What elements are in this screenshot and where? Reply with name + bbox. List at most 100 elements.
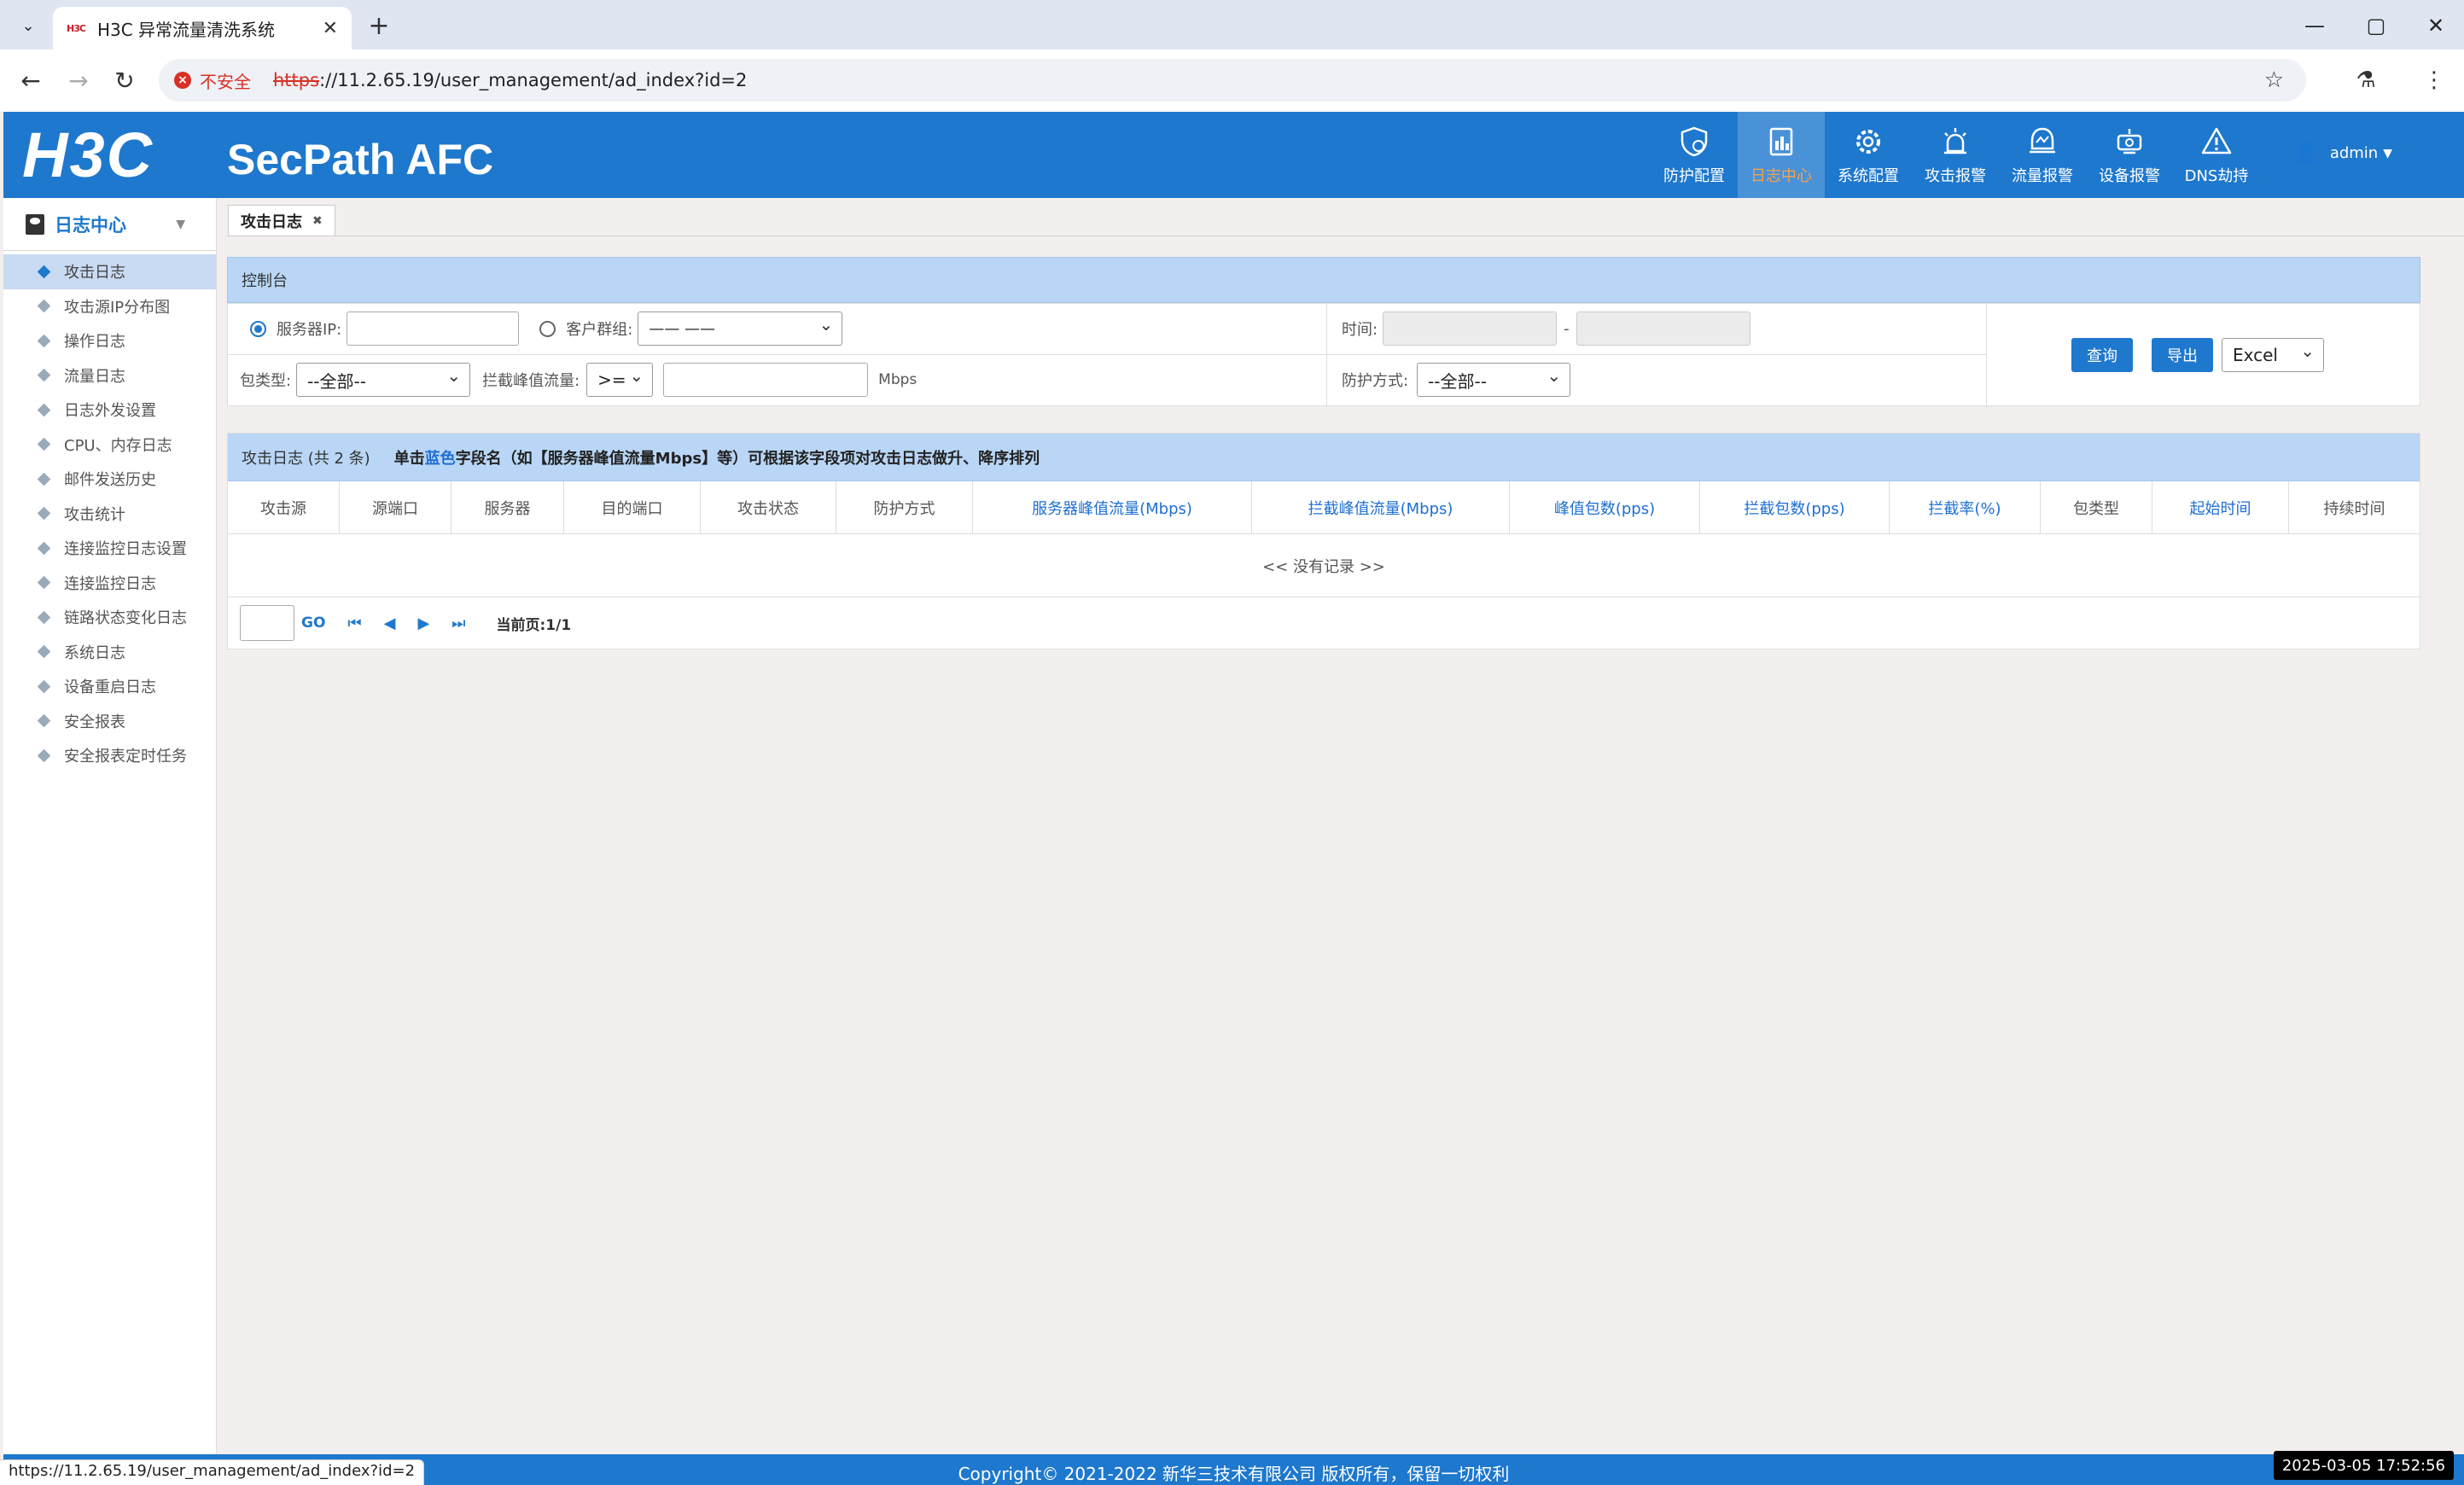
maximize-button[interactable]: ▢ [2350,7,2402,44]
next-page-icon[interactable]: ▶ [417,614,429,632]
nav-attack-alarm[interactable]: 攻击报警 [1912,112,1999,198]
document-icon [26,213,44,235]
sidebar-item-conn-monitor-settings[interactable]: 连接监控日志设置 [3,531,216,566]
forward-button[interactable]: → [60,61,97,99]
sidebar-item-log-export-settings[interactable]: 日志外发设置 [3,393,216,428]
log-icon [1764,125,1798,159]
nav-log-center[interactable]: 日志中心 [1738,112,1825,198]
pagination: GO ⏮ ◀ ▶ ⏭ 当前页:1/1 [228,597,2420,649]
labs-button[interactable]: ⚗ [2347,61,2385,99]
flask-icon: ⚗ [2356,67,2376,93]
nav-system-config[interactable]: 系统配置 [1825,112,1912,198]
nav-traffic-alarm[interactable]: 流量报警 [1999,112,2086,198]
sidebar-header[interactable]: 日志中心 ▼ [3,198,216,251]
sidebar-item-operation-log[interactable]: 操作日志 [3,323,216,358]
end-time-input[interactable] [1576,312,1750,346]
close-icon[interactable]: ✕ [323,18,338,39]
sidebar-item-reboot-log[interactable]: 设备重启日志 [3,669,216,704]
go-button[interactable]: GO [301,614,325,632]
minimize-button[interactable]: — [2289,7,2340,44]
diamond-icon [37,713,51,728]
sidebar-item-traffic-log[interactable]: 流量日志 [3,358,216,393]
sidebar-item-link-state-log[interactable]: 链路状态变化日志 [3,600,216,635]
close-icon[interactable]: ✖ [312,214,323,228]
browser-tab-title: H3C 异常流量清洗系统 [96,19,276,40]
sidebar-item-conn-monitor-log[interactable]: 连接监控日志 [3,566,216,601]
col-start-time[interactable]: 起始时间 [2152,481,2289,534]
export-format-select[interactable]: Excel [2222,338,2324,372]
col-block-rate[interactable]: 拦截率(%) [1890,481,2041,534]
insecure-label[interactable]: 不安全 [200,68,251,93]
sidebar-item-cpu-memory-log[interactable]: CPU、内存日志 [3,428,216,463]
server-ip-radio[interactable] [250,320,266,337]
chevron-down-icon: ⌄ [21,16,35,35]
product-name: SecPath AFC [227,136,494,183]
column-divider [1986,304,1987,407]
diamond-icon [37,334,51,348]
query-button[interactable]: 查询 [2071,338,2133,372]
column-divider [1326,304,1327,407]
diamond-icon [37,748,51,763]
col-attack-status: 攻击状态 [701,481,836,534]
close-window-button[interactable]: ✕ [2410,7,2461,44]
sidebar-title: 日志中心 [55,214,126,236]
packet-type-label: 包类型: [240,372,292,390]
sidebar-item-report-schedule[interactable]: 安全报表定时任务 [3,738,216,773]
client-group-select[interactable]: —— —— [638,312,843,346]
alarm-icon [1938,125,1972,159]
last-page-icon[interactable]: ⏭ [451,614,465,632]
table-header: 攻击源 源端口 服务器 目的端口 攻击状态 防护方式 服务器峰值流量(Mbps)… [228,481,2420,534]
tab-search-button[interactable]: ⌄ [10,10,46,41]
col-source-port: 源端口 [340,481,451,534]
browser-toolbar: ← → ↻ × 不安全 https://11.2.65.19/user_mana… [0,50,2464,112]
back-button[interactable]: ← [12,61,50,99]
system-clock: 2025-03-05 17:52:56 [2273,1451,2454,1480]
export-button[interactable]: 导出 [2152,338,2213,372]
sidebar-item-system-log[interactable]: 系统日志 [3,635,216,670]
sidebar-item-security-report[interactable]: 安全报表 [3,704,216,739]
client-group-label: 客户群组: [566,321,633,339]
start-time-input[interactable] [1383,312,1558,346]
nav-protection-config[interactable]: 防护配置 [1651,112,1738,198]
col-blocked-packets[interactable]: 拦截包数(pps) [1700,481,1890,534]
client-group-radio[interactable] [539,320,556,337]
block-peak-input[interactable] [663,363,869,397]
page-number-input[interactable] [240,605,294,641]
col-attack-source: 攻击源 [228,481,340,534]
first-page-icon[interactable]: ⏮ [347,614,361,632]
browser-tab[interactable]: H3C H3C 异常流量清洗系统 ✕ [53,7,352,50]
nav-device-alarm[interactable]: 设备报警 [2086,112,2173,198]
prev-page-icon[interactable]: ◀ [384,614,396,632]
server-ip-input[interactable] [347,312,520,346]
sidebar-item-attack-source-ip-map[interactable]: 攻击源IP分布图 [3,289,216,324]
favicon: H3C [67,22,86,34]
tab-attack-log[interactable]: 攻击日志 ✖ [228,205,335,236]
star-icon[interactable]: ☆ [2264,67,2284,93]
sidebar-item-mail-history[interactable]: 邮件发送历史 [3,462,216,497]
attack-log-panel: 攻击日志 (共 2 条) 单击蓝色字段名（如【服务器峰值流量Mbps】等）可根据… [227,433,2420,649]
diamond-icon [37,368,51,382]
sidebar-item-attack-stats[interactable]: 攻击统计 [3,497,216,532]
operator-select[interactable]: >= [586,363,654,397]
arrow-right-icon: → [68,66,89,95]
user-menu[interactable]: 👤 admin ▼ [2294,143,2392,164]
protect-mode-select[interactable]: --全部-- [1417,363,1571,397]
plus-icon: + [368,10,390,41]
protect-mode-label: 防护方式: [1342,372,1409,390]
browser-menu-button[interactable]: ⋮ [2415,61,2453,99]
sidebar-item-attack-log[interactable]: 攻击日志 [3,254,216,289]
new-tab-button[interactable]: + [362,9,396,43]
row-divider [228,354,1986,355]
diamond-icon [37,575,51,590]
reload-button[interactable]: ↻ [106,61,143,99]
diamond-icon [37,541,51,556]
logo: H3C [22,119,154,190]
packet-type-select[interactable]: --全部-- [296,363,471,397]
col-server-peak-traffic[interactable]: 服务器峰值流量(Mbps) [973,481,1252,534]
address-bar[interactable]: × 不安全 https://11.2.65.19/user_management… [159,59,2306,102]
nav-dns-hijack[interactable]: DNS劫持 [2173,112,2260,198]
col-peak-packets[interactable]: 峰值包数(pps) [1510,481,1700,534]
diamond-icon [37,472,51,486]
log-header: 攻击日志 (共 2 条) 单击蓝色字段名（如【服务器峰值流量Mbps】等）可根据… [228,434,2420,481]
col-block-peak-traffic[interactable]: 拦截峰值流量(Mbps) [1252,481,1510,534]
